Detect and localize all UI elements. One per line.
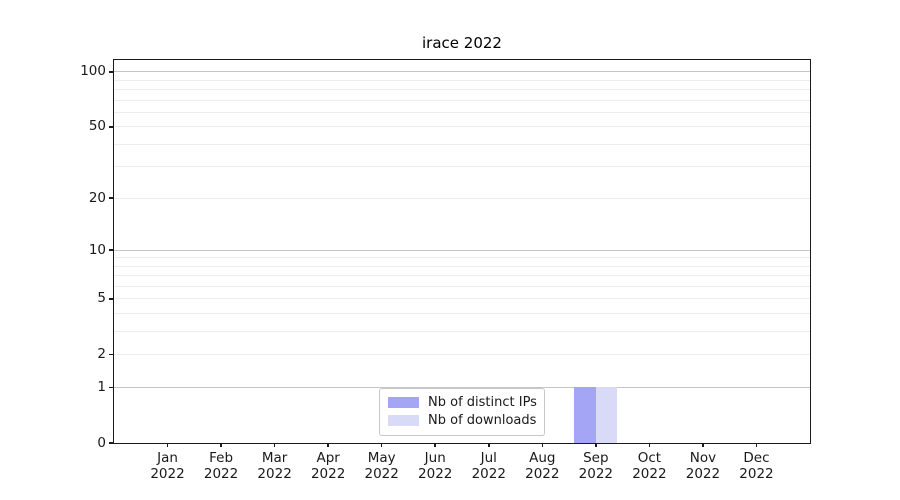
x-tick-mark [434, 443, 436, 447]
bar-downloads [596, 387, 617, 443]
x-tick-mark [702, 443, 704, 447]
y-tick-mark [109, 354, 113, 356]
x-tick-mark [274, 443, 276, 447]
y-tick-label: 20 [52, 189, 106, 208]
x-tick-mark [649, 443, 651, 447]
gridline-minor [114, 298, 810, 299]
gridline-minor [114, 198, 810, 199]
y-tick-label: 50 [52, 117, 106, 136]
gridline-minor [114, 275, 810, 276]
gridline-minor [114, 144, 810, 145]
gridline-minor [114, 354, 810, 355]
y-tick-label: 0 [52, 434, 106, 453]
x-tick-label-year: 2022 [721, 467, 791, 483]
gridline-minor [114, 266, 810, 267]
y-tick-mark [109, 387, 113, 389]
y-tick-mark [109, 298, 113, 300]
x-tick-mark [542, 443, 544, 447]
gridline-minor [114, 112, 810, 113]
bar-distinct-ips [574, 387, 595, 443]
y-tick-mark [109, 249, 113, 251]
legend-entry-distinct-ips: Nb of distinct IPs [388, 394, 536, 412]
chart-figure: irace 2022 Nb of distinct IPs Nb of down… [0, 0, 900, 500]
x-tick-mark [488, 443, 490, 447]
x-tick-mark [167, 443, 169, 447]
y-tick-mark [109, 197, 113, 199]
y-tick-label: 10 [52, 241, 106, 260]
gridline-minor [114, 331, 810, 332]
x-tick-mark [756, 443, 758, 447]
gridline-minor [114, 100, 810, 101]
gridline-minor [114, 89, 810, 90]
legend-swatch-downloads [388, 415, 419, 426]
x-tick-mark [220, 443, 222, 447]
x-tick-mark [327, 443, 329, 447]
legend-label-downloads: Nb of downloads [428, 413, 536, 428]
y-tick-mark [109, 442, 113, 444]
legend-swatch-distinct-ips [388, 397, 419, 408]
x-tick-label: Dec2022 [721, 451, 791, 482]
legend-label-distinct-ips: Nb of distinct IPs [428, 395, 537, 410]
y-tick-mark [109, 71, 113, 73]
x-tick-mark [381, 443, 383, 447]
legend: Nb of distinct IPs Nb of downloads [379, 388, 545, 436]
y-tick-label: 1 [52, 378, 106, 397]
gridline-minor [114, 257, 810, 258]
chart-title: irace 2022 [114, 34, 810, 52]
gridline-minor [114, 80, 810, 81]
x-tick-label-month: Dec [721, 451, 791, 467]
y-tick-label: 2 [52, 345, 106, 364]
y-tick-label: 100 [52, 62, 106, 81]
plot-area: Nb of distinct IPs Nb of downloads 01251… [113, 59, 811, 444]
gridline-minor [114, 126, 810, 127]
gridline-minor [114, 286, 810, 287]
legend-entry-downloads: Nb of downloads [388, 412, 536, 430]
gridline-major [114, 250, 810, 251]
gridline-major [114, 71, 810, 72]
x-tick-mark [595, 443, 597, 447]
gridline-minor [114, 166, 810, 167]
y-tick-mark [109, 126, 113, 128]
gridline-minor [114, 313, 810, 314]
y-tick-label: 5 [52, 289, 106, 308]
